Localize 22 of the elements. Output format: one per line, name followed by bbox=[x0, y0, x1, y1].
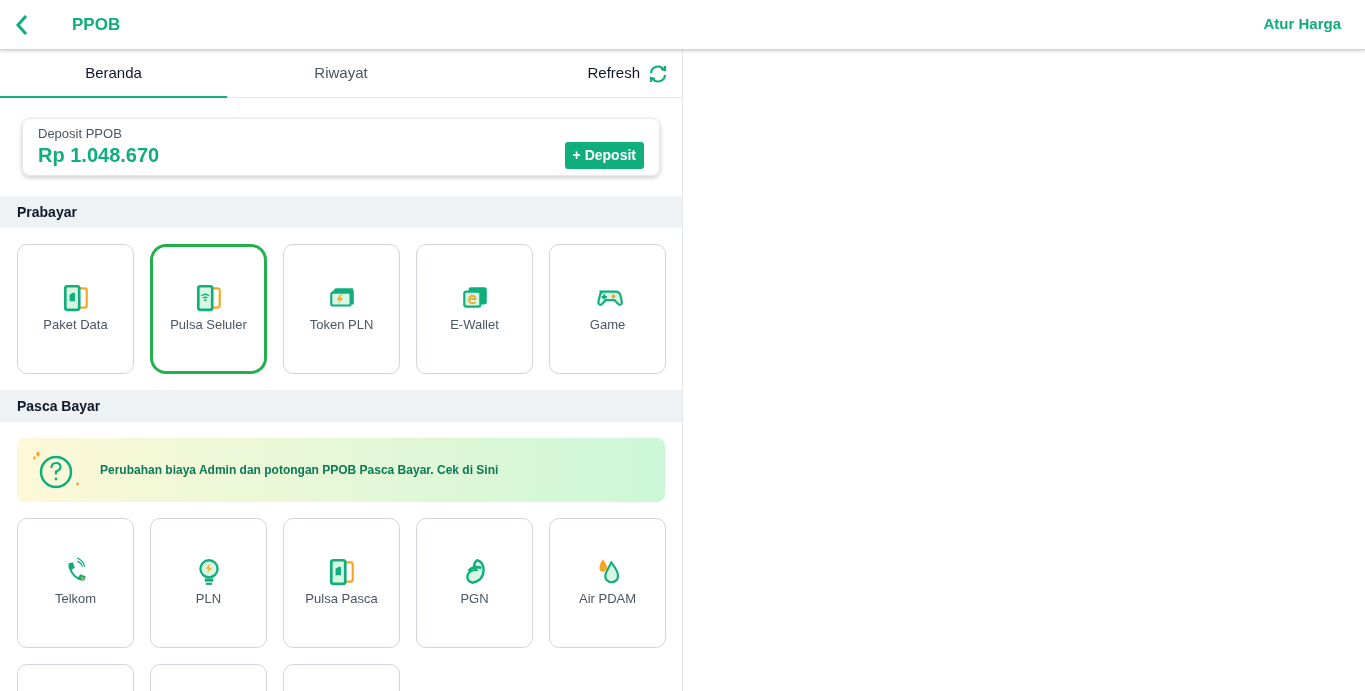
tab[interactable]: Riwayat bbox=[227, 50, 455, 98]
notice-text: Perubahan biaya Admin dan potongan PPOB Pasca Bayar. Cek di Sini bbox=[100, 462, 499, 479]
service-tile[interactable]: Paket Data bbox=[17, 244, 134, 374]
refresh-icon bbox=[648, 63, 668, 84]
service-tile[interactable]: E-Wallet bbox=[416, 244, 533, 374]
tab[interactable]: Beranda bbox=[0, 50, 227, 98]
service-tile[interactable]: Token PLN bbox=[283, 244, 400, 374]
service-tile[interactable]: PGN bbox=[416, 518, 533, 648]
service-tile[interactable]: PLN bbox=[150, 518, 267, 648]
deposit-amount: Rp 1.048.670 bbox=[38, 143, 160, 168]
page-title: PPOB bbox=[72, 13, 121, 36]
service-tile[interactable]: Game bbox=[549, 244, 666, 374]
notice-banner[interactable]: Perubahan biaya Admin dan potongan PPOB Pasca Bayar. Cek di Sini bbox=[17, 438, 665, 502]
service-tile[interactable]: Air PDAM bbox=[549, 518, 666, 648]
deposit-label: Deposit PPOB bbox=[38, 126, 123, 142]
refresh-button[interactable]: Refresh bbox=[587, 50, 668, 97]
service-tile[interactable]: Telkom bbox=[17, 518, 134, 648]
service-tile[interactable]: Pulsa Seluler bbox=[150, 244, 267, 374]
section-header: Prabayar bbox=[0, 196, 682, 228]
back-icon[interactable] bbox=[14, 13, 30, 36]
service-tile[interactable]: Pulsa Pasca bbox=[283, 518, 400, 648]
section-header: Pasca Bayar bbox=[0, 390, 682, 422]
